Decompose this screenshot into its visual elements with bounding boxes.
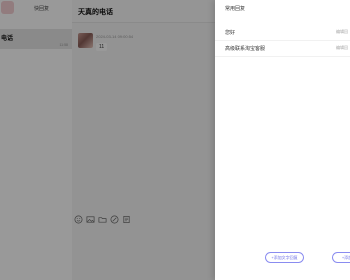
add-text-reply-button[interactable]: +添加文字回复: [265, 252, 304, 263]
edit-reply-link[interactable]: 编辑回: [336, 29, 348, 35]
quick-reply-text: 高级联系淘宝客服: [225, 46, 266, 52]
quick-reply-item[interactable]: 高级联系淘宝客服 编辑回: [215, 40, 350, 57]
add-other-reply-button[interactable]: +添加: [332, 252, 350, 263]
edit-reply-link[interactable]: 编辑回: [336, 45, 348, 51]
modal-overlay[interactable]: [0, 0, 215, 280]
quick-reply-text: 您好: [225, 30, 236, 36]
quick-reply-item[interactable]: 您好 编辑回: [215, 24, 350, 41]
app-window: 快回复 电话 11:58 天真的电话 2024-03-14 09:00:54 1…: [0, 0, 350, 280]
quick-reply-drawer: 常用回复 您好 编辑回 高级联系淘宝客服 编辑回 +添加文字回复 +添加: [215, 0, 350, 280]
drawer-title: 常用回复: [225, 6, 246, 12]
